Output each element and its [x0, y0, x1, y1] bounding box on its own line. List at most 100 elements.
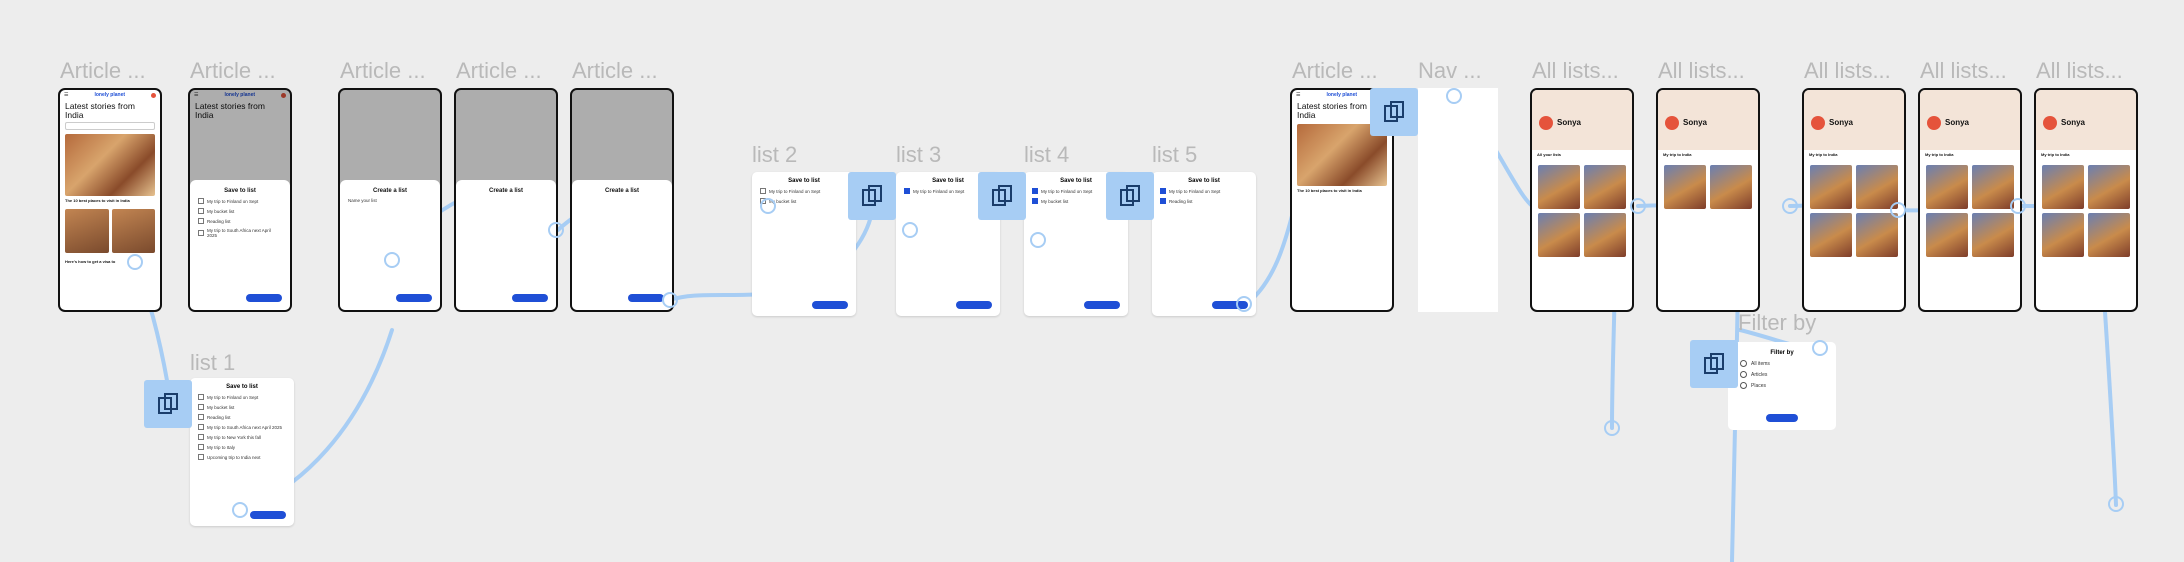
avatar[interactable] [150, 92, 156, 98]
list-detail-screen[interactable]: Sonya My trip to India [2034, 88, 2138, 312]
radio[interactable] [1740, 371, 1747, 378]
checkbox[interactable] [760, 188, 766, 194]
list-option[interactable]: My trip to New York this fall [198, 434, 286, 440]
filter-option[interactable]: Places [1740, 382, 1824, 389]
hotspot[interactable] [1236, 296, 1252, 312]
list-option[interactable]: My trip to Finland on Sept [198, 394, 286, 400]
list-card[interactable] [1538, 165, 1580, 209]
hotspot[interactable] [1812, 340, 1828, 356]
list-card[interactable] [1584, 165, 1626, 209]
checkbox[interactable] [1032, 188, 1038, 194]
list-option[interactable]: My trip to Finland on Sept [760, 188, 848, 194]
list-card[interactable] [1538, 213, 1580, 257]
create-list-screen[interactable]: Create a list [570, 88, 674, 312]
list-card[interactable] [1584, 213, 1626, 257]
list-card[interactable] [1710, 165, 1752, 209]
list-option[interactable]: Reading list [198, 218, 282, 224]
card-image[interactable] [111, 209, 155, 253]
hotspot[interactable] [1604, 420, 1620, 436]
list-option[interactable]: My trip to South Africa next April 2025 [198, 228, 282, 238]
checkbox[interactable] [1032, 198, 1038, 204]
article-save-screen[interactable]: ☰ lonely planet Latest stories from India… [188, 88, 292, 312]
card-caption[interactable]: The 10 best places to visit in India [65, 198, 155, 203]
component-badge[interactable] [144, 380, 192, 428]
filter-option[interactable]: Articles [1740, 371, 1824, 378]
hero-image[interactable] [65, 134, 155, 196]
checkbox[interactable] [198, 198, 204, 204]
hotspot[interactable] [2010, 198, 2026, 214]
list-card[interactable] [1926, 213, 1968, 257]
checkbox[interactable] [198, 444, 204, 450]
create-button[interactable] [628, 294, 664, 302]
checkbox[interactable] [198, 208, 204, 214]
list-card[interactable] [1926, 165, 1968, 209]
list-card[interactable] [2088, 165, 2130, 209]
checkbox[interactable] [198, 218, 204, 224]
save-button[interactable] [956, 301, 992, 309]
component-badge[interactable] [848, 172, 896, 220]
list-option[interactable]: My trip to South Africa next April 2025 [198, 424, 286, 430]
hotspot[interactable] [127, 254, 143, 270]
save-button[interactable] [246, 294, 282, 302]
filter-select[interactable] [65, 122, 155, 130]
list-option[interactable]: My trip to Finland on Sept [1160, 188, 1248, 194]
list-card[interactable] [1856, 165, 1898, 209]
checkbox[interactable] [198, 230, 204, 236]
list-option[interactable]: Reading list [1160, 198, 1248, 204]
name-input[interactable]: Name your list [348, 198, 432, 203]
component-badge[interactable] [978, 172, 1026, 220]
hotspot[interactable] [548, 222, 564, 238]
filter-option[interactable]: All items [1740, 360, 1824, 367]
save-button[interactable] [250, 511, 286, 519]
list-option[interactable]: My bucket list [198, 404, 286, 410]
create-button[interactable] [396, 294, 432, 302]
list-detail-screen[interactable]: Sonya My trip to India [1918, 88, 2022, 312]
component-badge[interactable] [1370, 88, 1418, 136]
list-card[interactable] [2042, 165, 2084, 209]
hotspot[interactable] [1030, 232, 1046, 248]
hotspot[interactable] [232, 502, 248, 518]
list-card[interactable] [1856, 213, 1898, 257]
hotspot[interactable] [1630, 198, 1646, 214]
radio[interactable] [1740, 360, 1747, 367]
list-option[interactable]: Upcoming trip to India next [198, 454, 286, 460]
list-detail-screen[interactable]: Sonya My trip to India [1802, 88, 1906, 312]
list-card[interactable] [1664, 165, 1706, 209]
create-list-screen[interactable]: Create a list [454, 88, 558, 312]
hotspot[interactable] [384, 252, 400, 268]
article-screen[interactable]: ☰ lonely planet Latest stories from India… [58, 88, 162, 312]
list-card[interactable] [1810, 213, 1852, 257]
card-caption[interactable]: The 10 best places to visit in India [1297, 188, 1387, 193]
hotspot[interactable] [1890, 202, 1906, 218]
menu-icon[interactable]: ☰ [64, 92, 68, 98]
checkbox[interactable] [198, 454, 204, 460]
component-badge[interactable] [1690, 340, 1738, 388]
list-detail-screen[interactable]: Sonya My trip to India [1656, 88, 1760, 312]
list-option[interactable]: Reading list [198, 414, 286, 420]
all-lists-screen[interactable]: Sonya All your lists [1530, 88, 1634, 312]
checkbox[interactable] [198, 404, 204, 410]
checkbox[interactable] [1160, 188, 1166, 194]
list-card[interactable] [2042, 213, 2084, 257]
hotspot[interactable] [902, 222, 918, 238]
hotspot[interactable] [1782, 198, 1798, 214]
list-option[interactable]: My trip to Finland on Sept [198, 198, 282, 204]
hotspot[interactable] [1446, 88, 1462, 104]
checkbox[interactable] [198, 394, 204, 400]
save-button[interactable] [812, 301, 848, 309]
hotspot[interactable] [2108, 496, 2124, 512]
component-badge[interactable] [1106, 172, 1154, 220]
hotspot[interactable] [760, 198, 776, 214]
hotspot[interactable] [662, 292, 678, 308]
radio[interactable] [1740, 382, 1747, 389]
list-card[interactable] [1810, 165, 1852, 209]
checkbox[interactable] [198, 414, 204, 420]
list-card[interactable] [1972, 165, 2014, 209]
menu-icon[interactable]: ☰ [1296, 92, 1300, 98]
checkbox[interactable] [198, 434, 204, 440]
list-option[interactable]: My trip to Italy [198, 444, 286, 450]
apply-button[interactable] [1766, 414, 1798, 422]
list-card[interactable] [2088, 213, 2130, 257]
list-option[interactable]: My bucket list [198, 208, 282, 214]
checkbox[interactable] [198, 424, 204, 430]
